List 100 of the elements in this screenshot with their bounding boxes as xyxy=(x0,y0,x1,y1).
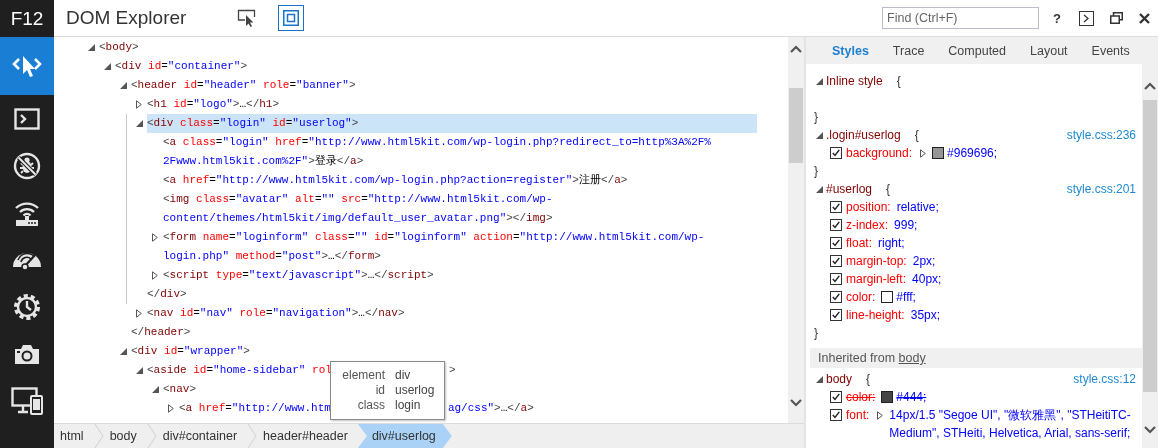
restore-icon[interactable] xyxy=(1110,12,1123,24)
color-swatch[interactable] xyxy=(932,147,945,159)
code-line[interactable]: <nav id="nav" role="navigation">…</nav> xyxy=(147,304,405,323)
caret-icon[interactable] xyxy=(135,120,143,127)
css-property[interactable]: margin-left: xyxy=(846,270,907,288)
scrollbar[interactable] xyxy=(1142,64,1158,448)
css-value[interactable]: #fff; xyxy=(896,288,916,306)
caret-icon[interactable] xyxy=(815,375,823,383)
code-line[interactable]: <h1 id="logo">…</h1> xyxy=(147,95,280,114)
caret-icon[interactable] xyxy=(119,348,127,355)
caret-icon[interactable] xyxy=(87,44,95,51)
tab[interactable]: Trace xyxy=(880,43,937,58)
code-fragment[interactable]: > xyxy=(448,361,456,380)
scroll-up-icon[interactable] xyxy=(1144,82,1156,90)
css-value[interactable]: 14px/1.5 "Segoe UI", "微软雅黑", "STHeitiTC-Medium", STHeiti, Helvetica, Arial, sans-serif; xyxy=(889,406,1136,442)
scrollbar[interactable] xyxy=(788,37,804,423)
code-line[interactable]: <header id="header" role="banner"> xyxy=(131,76,356,95)
color-swatch[interactable] xyxy=(881,391,894,403)
caret-icon[interactable] xyxy=(152,271,158,280)
checkbox[interactable] xyxy=(830,309,842,321)
console-toggle-icon[interactable] xyxy=(1079,10,1094,26)
scroll-down-icon[interactable] xyxy=(1144,426,1156,434)
css-property[interactable]: float: xyxy=(846,234,872,252)
caret-icon[interactable] xyxy=(151,386,159,393)
css-value[interactable]: #444; xyxy=(896,388,927,406)
css-value[interactable]: #969696; xyxy=(947,144,998,162)
tab[interactable]: Layout xyxy=(1018,43,1080,58)
css-property[interactable]: color: xyxy=(846,288,876,306)
scroll-thumb[interactable] xyxy=(1143,100,1157,392)
css-property[interactable]: color: xyxy=(846,388,876,406)
code-line[interactable]: 2Fwww.html5kit.com%2F">登录</a> xyxy=(163,152,364,171)
checkbox[interactable] xyxy=(830,273,842,285)
code-line[interactable]: <aside id="home-sidebar" rol xyxy=(147,361,332,380)
brace: } xyxy=(814,164,818,178)
scroll-thumb[interactable] xyxy=(789,88,803,163)
code-line[interactable]: <div id="wrapper"> xyxy=(131,342,250,361)
help-button[interactable]: ? xyxy=(1049,10,1065,26)
code-line[interactable]: <a href="http://www.htm xyxy=(179,399,331,418)
tooltip-value: div xyxy=(395,368,412,383)
caret-icon[interactable] xyxy=(135,367,143,374)
toolbar-button[interactable] xyxy=(278,5,305,31)
code-line[interactable]: <script type="text/javascript">…</script> xyxy=(163,266,434,285)
css-value[interactable]: 999; xyxy=(894,216,918,234)
css-value[interactable]: 40px; xyxy=(912,270,942,288)
caret-icon[interactable] xyxy=(136,100,142,109)
caret-icon[interactable] xyxy=(152,233,158,242)
close-icon[interactable] xyxy=(1139,12,1150,24)
css-property[interactable]: z-index: xyxy=(846,216,889,234)
code-line[interactable]: <body> xyxy=(99,38,139,57)
tab[interactable]: Computed xyxy=(936,43,1019,58)
breadcrumb-item[interactable]: div#userlog xyxy=(357,424,452,448)
breadcrumb-item[interactable]: body xyxy=(103,424,147,448)
checkbox[interactable] xyxy=(830,409,842,421)
scroll-up-icon[interactable] xyxy=(790,45,802,53)
css-property[interactable]: position: xyxy=(846,198,891,216)
css-value[interactable]: right; xyxy=(878,234,905,252)
caret-icon[interactable] xyxy=(119,82,127,89)
checkbox[interactable] xyxy=(830,201,842,213)
breadcrumb-item[interactable]: div#container xyxy=(156,424,248,448)
code-line[interactable]: <img class="avatar" alt="" src="http://www.html5kit.com/wp- xyxy=(163,190,553,209)
source-link[interactable]: style.css:236 xyxy=(1066,126,1136,144)
code-line[interactable]: <nav> xyxy=(163,380,197,399)
caret-icon[interactable] xyxy=(103,63,111,70)
code-fragment[interactable]: ag/css">…</a> xyxy=(447,399,534,418)
source-link[interactable]: style.css:201 xyxy=(1066,180,1136,198)
checkbox[interactable] xyxy=(830,147,842,159)
code-line[interactable]: <a href="http://www.html5kit.com/wp-login.php?action=register">注册</a> xyxy=(163,171,628,190)
breadcrumb-item[interactable]: header#header xyxy=(257,424,358,448)
caret-icon[interactable] xyxy=(815,131,823,139)
caret-icon[interactable] xyxy=(815,185,823,193)
css-property[interactable]: font: xyxy=(846,406,870,424)
search-field[interactable]: Find (Ctrl+F) xyxy=(882,7,1040,29)
code-line[interactable]: login.php" method="post">…</form> xyxy=(163,247,381,266)
css-property[interactable]: background: xyxy=(846,144,913,162)
checkbox[interactable] xyxy=(830,291,842,303)
checkbox[interactable] xyxy=(830,237,842,249)
checkbox[interactable] xyxy=(830,391,842,403)
code-line[interactable]: <a class="login" href="http://www.html5kit.com/wp-login.php?redirect_to=http%3A%2F% xyxy=(163,133,711,152)
css-property[interactable]: margin-top: xyxy=(846,252,907,270)
checkbox[interactable] xyxy=(830,255,842,267)
caret-icon[interactable] xyxy=(877,411,884,420)
css-value[interactable]: 2px; xyxy=(912,252,936,270)
caret-icon[interactable] xyxy=(168,404,174,413)
code-line[interactable]: <div id="container"> xyxy=(115,57,248,76)
checkbox[interactable] xyxy=(830,219,842,231)
code-line[interactable]: content/themes/html5kit/img/default_user_avatar.png"></img> xyxy=(163,209,553,228)
tab[interactable]: Styles xyxy=(820,43,881,58)
tab[interactable]: Events xyxy=(1079,43,1142,58)
code-line[interactable]: <form name="loginform" class="" id="loginform" action="http://www.html5kit.com/wp- xyxy=(163,228,705,247)
caret-icon[interactable] xyxy=(920,149,927,158)
css-property[interactable]: line-height: xyxy=(846,306,905,324)
css-value[interactable]: 35px; xyxy=(910,306,941,324)
caret-icon[interactable] xyxy=(815,77,823,85)
caret-icon[interactable] xyxy=(136,309,142,318)
breadcrumb-item[interactable]: html xyxy=(54,424,94,448)
scroll-down-icon[interactable] xyxy=(790,399,802,407)
source-link[interactable]: style.css:12 xyxy=(1073,370,1136,388)
inherited-link[interactable]: body xyxy=(898,351,926,365)
color-swatch[interactable] xyxy=(881,291,894,303)
css-value[interactable]: relative; xyxy=(896,198,939,216)
